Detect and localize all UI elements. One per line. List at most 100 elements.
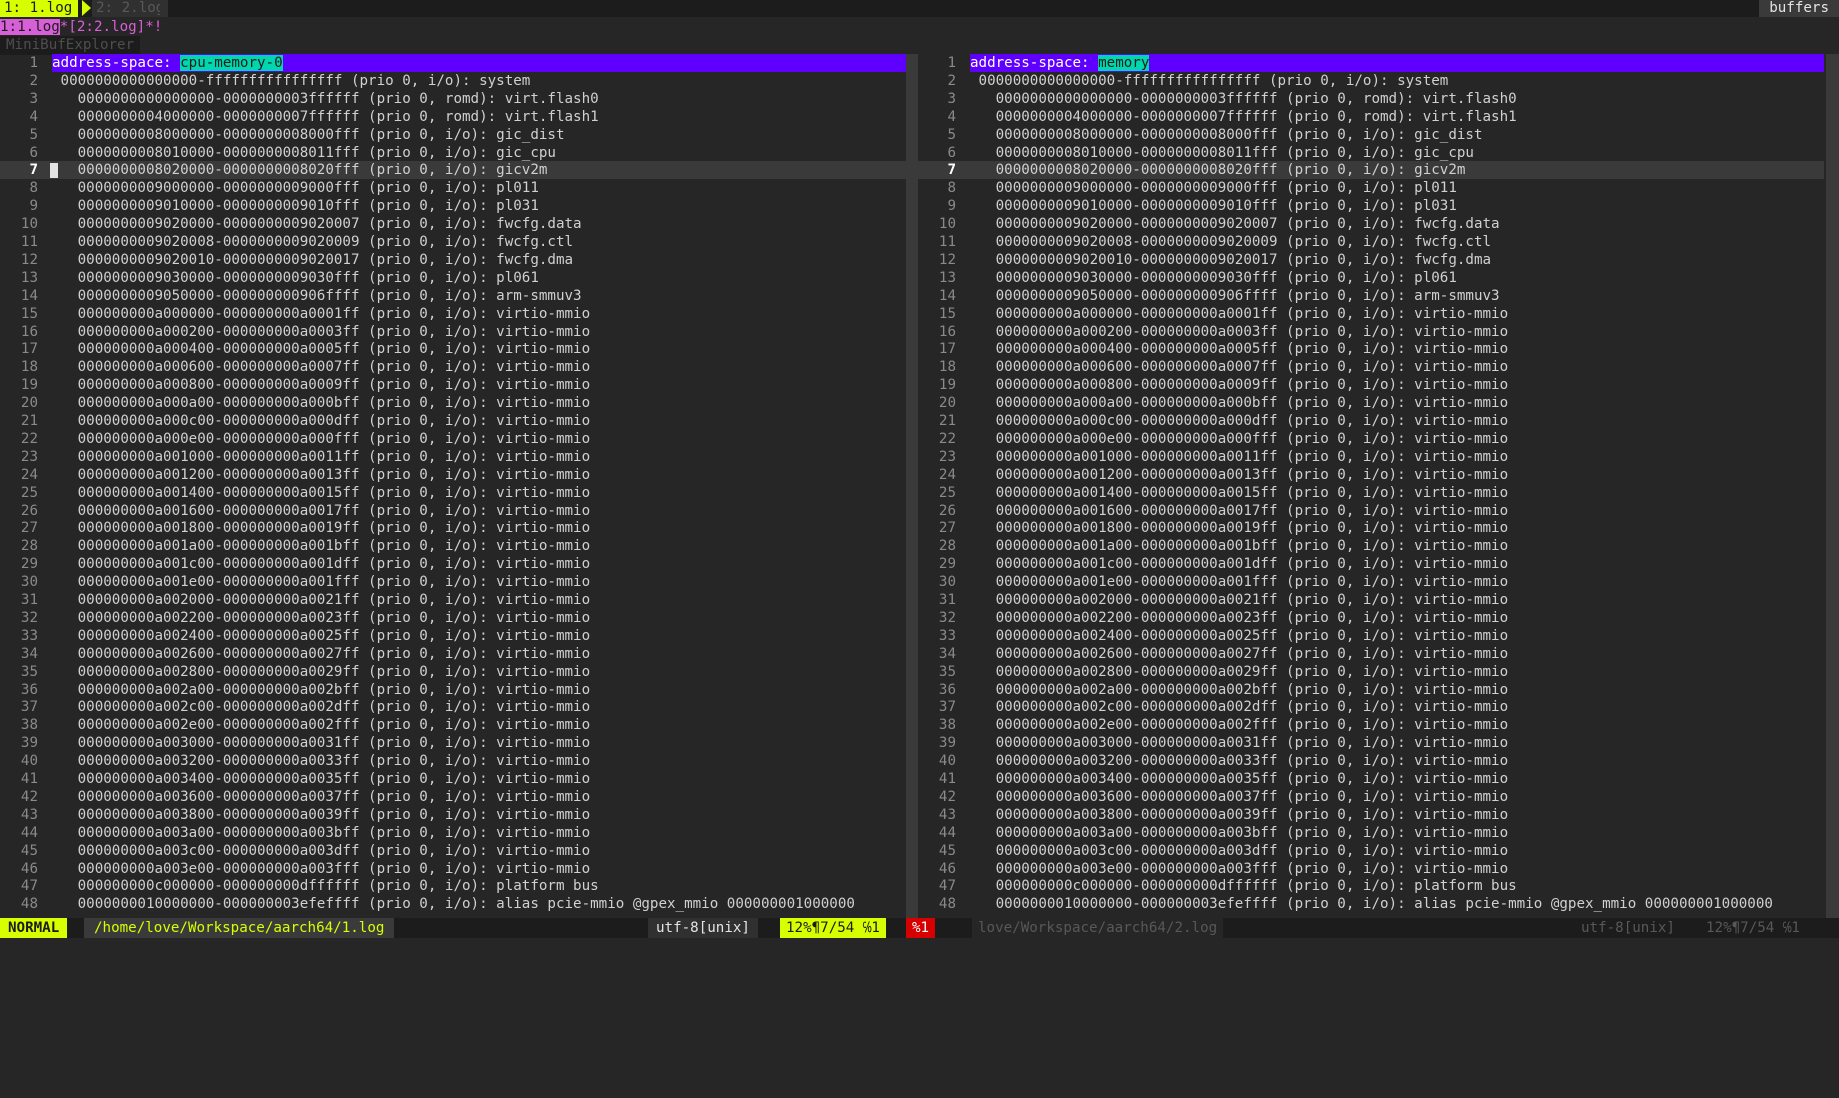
code-line[interactable]: 39 000000000a003000-000000000a0031ff (pr… <box>0 734 906 752</box>
code-line[interactable]: 41 000000000a003400-000000000a0035ff (pr… <box>0 770 906 788</box>
code-line[interactable]: 34 000000000a002600-000000000a0027ff (pr… <box>0 645 906 663</box>
code-line[interactable]: 7 0000000008020000-0000000008020fff (pri… <box>0 161 906 180</box>
code-line[interactable]: 45 000000000a003c00-000000000a003dff (pr… <box>0 842 906 860</box>
code-line[interactable]: 16 000000000a000200-000000000a0003ff (pr… <box>918 323 1824 341</box>
code-line[interactable]: 37 000000000a002c00-000000000a002dff (pr… <box>918 698 1824 716</box>
code-line[interactable]: 17 000000000a000400-000000000a0005ff (pr… <box>0 340 906 358</box>
code-line[interactable]: 21 000000000a000c00-000000000a000dff (pr… <box>0 412 906 430</box>
code-line[interactable]: 22 000000000a000e00-000000000a000fff (pr… <box>0 430 906 448</box>
code-line[interactable]: 24 000000000a001200-000000000a0013ff (pr… <box>918 466 1824 484</box>
left-editor-pane[interactable]: 1 address-space: cpu-memory-0 2 0000000000… <box>0 54 906 918</box>
code-line[interactable]: 31 000000000a002000-000000000a0021ff (pr… <box>0 591 906 609</box>
code-line[interactable]: 43 000000000a003800-000000000a0039ff (pr… <box>0 806 906 824</box>
code-line[interactable]: 44 000000000a003a00-000000000a003bff (pr… <box>0 824 906 842</box>
code-line[interactable]: 25 000000000a001400-000000000a0015ff (pr… <box>0 484 906 502</box>
code-line[interactable]: 44 000000000a003a00-000000000a003bff (pr… <box>918 824 1824 842</box>
code-line[interactable]: 11 0000000009020008-0000000009020009 (pr… <box>918 233 1824 251</box>
code-line[interactable]: 5 0000000008000000-0000000008000fff (pri… <box>918 126 1824 144</box>
code-line[interactable]: 34 000000000a002600-000000000a0027ff (pr… <box>918 645 1824 663</box>
code-line[interactable]: 6 0000000008010000-0000000008011fff (pri… <box>0 144 906 162</box>
code-line[interactable]: 48 0000000010000000-000000003efeffff (pr… <box>918 895 1824 913</box>
tab-2-log[interactable]: 2: 2.log <box>92 0 169 17</box>
code-line[interactable]: 35 000000000a002800-000000000a0029ff (pr… <box>918 663 1824 681</box>
code-line[interactable]: 2 0000000000000000-ffffffffffffffff (pri… <box>918 72 1824 90</box>
code-line[interactable]: 4 0000000004000000-0000000007ffffff (pri… <box>918 108 1824 126</box>
code-line[interactable]: 19 000000000a000800-000000000a0009ff (pr… <box>918 376 1824 394</box>
address-space-header-line[interactable]: 1 address-space: memory <box>918 54 1824 72</box>
code-line[interactable]: 18 000000000a000600-000000000a0007ff (pr… <box>0 358 906 376</box>
code-line[interactable]: 42 000000000a003600-000000000a0037ff (pr… <box>918 788 1824 806</box>
code-line[interactable]: 32 000000000a002200-000000000a0023ff (pr… <box>918 609 1824 627</box>
code-line[interactable]: 14 0000000009050000-000000000906ffff (pr… <box>918 287 1824 305</box>
code-line[interactable]: 24 000000000a001200-000000000a0013ff (pr… <box>0 466 906 484</box>
code-line[interactable]: 4 0000000004000000-0000000007ffffff (pri… <box>0 108 906 126</box>
code-line[interactable]: 33 000000000a002400-000000000a0025ff (pr… <box>0 627 906 645</box>
code-line[interactable]: 25 000000000a001400-000000000a0015ff (pr… <box>918 484 1824 502</box>
code-line[interactable]: 47 000000000c000000-000000000dffffff (pr… <box>0 877 906 895</box>
code-line[interactable]: 3 0000000000000000-0000000003ffffff (pri… <box>918 90 1824 108</box>
code-line[interactable]: 40 000000000a003200-000000000a0033ff (pr… <box>918 752 1824 770</box>
code-line[interactable]: 7 0000000008020000-0000000008020fff (pri… <box>918 161 1824 180</box>
code-line[interactable]: 23 000000000a001000-000000000a0011ff (pr… <box>918 448 1824 466</box>
code-line[interactable]: 17 000000000a000400-000000000a0005ff (pr… <box>918 340 1824 358</box>
code-line[interactable]: 3 0000000000000000-0000000003ffffff (pri… <box>0 90 906 108</box>
code-line[interactable]: 35 000000000a002800-000000000a0029ff (pr… <box>0 663 906 681</box>
code-line[interactable]: 26 000000000a001600-000000000a0017ff (pr… <box>0 502 906 520</box>
code-line[interactable]: 22 000000000a000e00-000000000a000fff (pr… <box>918 430 1824 448</box>
code-line[interactable]: 8 0000000009000000-0000000009000fff (pri… <box>918 179 1824 197</box>
right-editor-pane[interactable]: 1 address-space: memory 2 0000000000000000… <box>918 54 1824 918</box>
code-line[interactable]: 5 0000000008000000-0000000008000fff (pri… <box>0 126 906 144</box>
code-line[interactable]: 12 0000000009020010-0000000009020017 (pr… <box>918 251 1824 269</box>
code-line[interactable]: 36 000000000a002a00-000000000a002bff (pr… <box>0 681 906 699</box>
code-line[interactable]: 33 000000000a002400-000000000a0025ff (pr… <box>918 627 1824 645</box>
tab-1-log[interactable]: 1: 1.log <box>0 0 79 17</box>
code-line[interactable]: 27 000000000a001800-000000000a0019ff (pr… <box>0 519 906 537</box>
code-line[interactable]: 2 0000000000000000-ffffffffffffffff (pri… <box>0 72 906 90</box>
code-line[interactable]: 46 000000000a003e00-000000000a003fff (pr… <box>918 860 1824 878</box>
code-line[interactable]: 38 000000000a002e00-000000000a002fff (pr… <box>918 716 1824 734</box>
code-line[interactable]: 15 000000000a000000-000000000a0001ff (pr… <box>918 305 1824 323</box>
code-line[interactable]: 45 000000000a003c00-000000000a003dff (pr… <box>918 842 1824 860</box>
code-line[interactable]: 37 000000000a002c00-000000000a002dff (pr… <box>0 698 906 716</box>
code-line[interactable]: 30 000000000a001e00-000000000a001fff (pr… <box>918 573 1824 591</box>
code-line[interactable]: 20 000000000a000a00-000000000a000bff (pr… <box>0 394 906 412</box>
code-line[interactable]: 48 0000000010000000-000000003efeffff (pr… <box>0 895 906 913</box>
code-line[interactable]: 38 000000000a002e00-000000000a002fff (pr… <box>0 716 906 734</box>
address-space-header-line[interactable]: 1 address-space: cpu-memory-0 <box>0 54 906 72</box>
code-line[interactable]: 29 000000000a001c00-000000000a001dff (pr… <box>918 555 1824 573</box>
code-line[interactable]: 36 000000000a002a00-000000000a002bff (pr… <box>918 681 1824 699</box>
code-line[interactable]: 43 000000000a003800-000000000a0039ff (pr… <box>918 806 1824 824</box>
code-line[interactable]: 40 000000000a003200-000000000a0033ff (pr… <box>0 752 906 770</box>
code-line[interactable]: 21 000000000a000c00-000000000a000dff (pr… <box>918 412 1824 430</box>
code-line[interactable]: 13 0000000009030000-0000000009030fff (pr… <box>918 269 1824 287</box>
code-line[interactable]: 28 000000000a001a00-000000000a001bff (pr… <box>918 537 1824 555</box>
code-line[interactable]: 10 0000000009020000-0000000009020007 (pr… <box>0 215 906 233</box>
code-line[interactable]: 23 000000000a001000-000000000a0011ff (pr… <box>0 448 906 466</box>
code-line[interactable]: 9 0000000009010000-0000000009010fff (pri… <box>918 197 1824 215</box>
minibuf-other-buffers[interactable]: *[2:2.log]*! <box>60 19 163 35</box>
code-line[interactable]: 12 0000000009020010-0000000009020017 (pr… <box>0 251 906 269</box>
code-line[interactable]: 8 0000000009000000-0000000009000fff (pri… <box>0 179 906 197</box>
code-line[interactable]: 39 000000000a003000-000000000a0031ff (pr… <box>918 734 1824 752</box>
code-line[interactable]: 46 000000000a003e00-000000000a003fff (pr… <box>0 860 906 878</box>
code-line[interactable]: 29 000000000a001c00-000000000a001dff (pr… <box>0 555 906 573</box>
code-line[interactable]: 47 000000000c000000-000000000dffffff (pr… <box>918 877 1824 895</box>
code-line[interactable]: 19 000000000a000800-000000000a0009ff (pr… <box>0 376 906 394</box>
code-line[interactable]: 11 0000000009020008-0000000009020009 (pr… <box>0 233 906 251</box>
code-line[interactable]: 27 000000000a001800-000000000a0019ff (pr… <box>918 519 1824 537</box>
code-line[interactable]: 13 0000000009030000-0000000009030fff (pr… <box>0 269 906 287</box>
code-line[interactable]: 15 000000000a000000-000000000a0001ff (pr… <box>0 305 906 323</box>
code-line[interactable]: 20 000000000a000a00-000000000a000bff (pr… <box>918 394 1824 412</box>
code-line[interactable]: 31 000000000a002000-000000000a0021ff (pr… <box>918 591 1824 609</box>
code-line[interactable]: 14 0000000009050000-000000000906ffff (pr… <box>0 287 906 305</box>
code-line[interactable]: 26 000000000a001600-000000000a0017ff (pr… <box>918 502 1824 520</box>
code-line[interactable]: 41 000000000a003400-000000000a0035ff (pr… <box>918 770 1824 788</box>
code-line[interactable]: 32 000000000a002200-000000000a0023ff (pr… <box>0 609 906 627</box>
code-line[interactable]: 28 000000000a001a00-000000000a001bff (pr… <box>0 537 906 555</box>
code-line[interactable]: 16 000000000a000200-000000000a0003ff (pr… <box>0 323 906 341</box>
vertical-split-divider[interactable] <box>906 54 918 918</box>
minibuf-current-buffer[interactable]: 1:1.log <box>0 19 60 35</box>
code-line[interactable]: 9 0000000009010000-0000000009010fff (pri… <box>0 197 906 215</box>
code-line[interactable]: 18 000000000a000600-000000000a0007ff (pr… <box>918 358 1824 376</box>
code-line[interactable]: 30 000000000a001e00-000000000a001fff (pr… <box>0 573 906 591</box>
